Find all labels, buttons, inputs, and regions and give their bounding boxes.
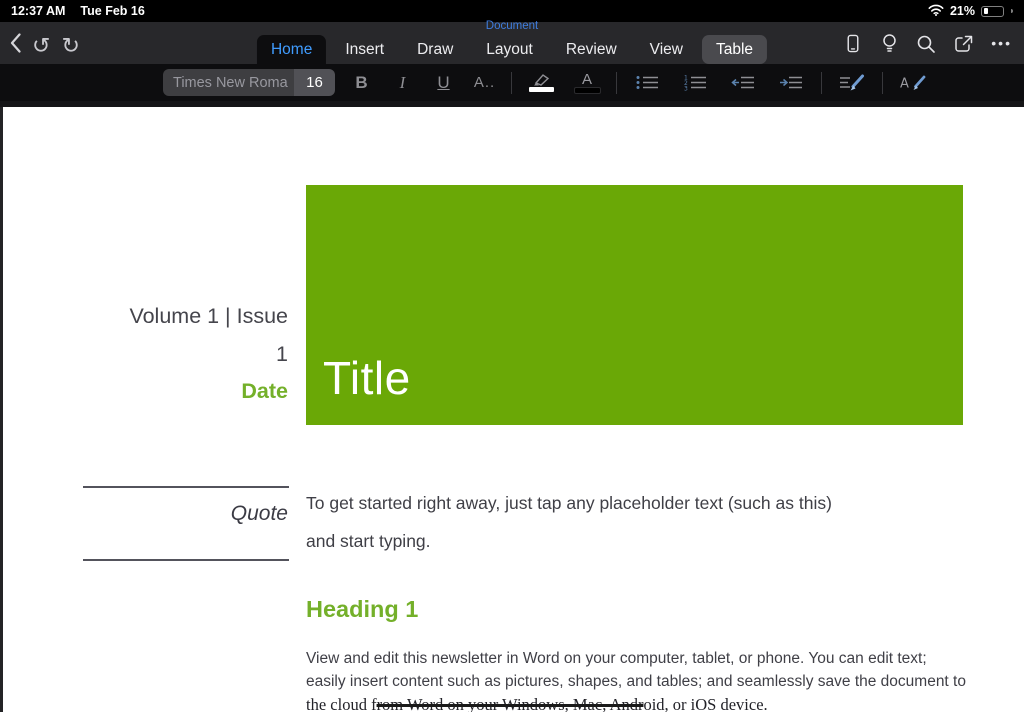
bullet-list-button[interactable]: [629, 74, 665, 91]
toolbar-divider: [511, 72, 512, 94]
tab-draw[interactable]: Draw: [403, 35, 467, 64]
battery-icon: [981, 6, 1004, 17]
font-color-swatch: [575, 88, 600, 93]
document-title: Document: [0, 20, 1024, 32]
status-bar: 12:37 AM Tue Feb 16 21%: [0, 0, 1024, 22]
svg-text:3: 3: [684, 85, 688, 91]
tab-table[interactable]: Table: [702, 35, 767, 64]
mobile-view-button[interactable]: [843, 33, 863, 54]
font-color-button[interactable]: A: [570, 72, 604, 93]
navigation-bar: Document ↺ ↻ Home Insert Draw Layout Rev…: [0, 22, 1024, 64]
text-styles-button[interactable]: A: [895, 74, 931, 92]
body-paragraph[interactable]: View and edit this newsletter in Word on…: [306, 647, 986, 712]
font-size-field[interactable]: 16: [294, 69, 335, 96]
ribbon-tabs: Home Insert Draw Layout Review View Tabl…: [257, 35, 767, 64]
tab-review[interactable]: Review: [552, 35, 631, 64]
tab-home[interactable]: Home: [257, 35, 326, 64]
numbered-list-icon: 1 2 3: [683, 74, 708, 91]
body-line: View and edit this newsletter in Word on…: [306, 647, 986, 670]
more-options-button[interactable]: •••: [991, 33, 1012, 54]
decrease-indent-button[interactable]: [725, 74, 761, 91]
title-placeholder[interactable]: Title: [323, 351, 411, 405]
font-color-letter: A: [582, 72, 592, 87]
highlight-color-button[interactable]: [524, 73, 558, 92]
masthead-line: 1: [60, 335, 288, 373]
title-block[interactable]: Title: [306, 185, 963, 425]
underline-button[interactable]: U: [429, 73, 458, 93]
intro-paragraph[interactable]: To get started right away, just tap any …: [306, 484, 832, 560]
wifi-icon: [928, 4, 944, 19]
quote-divider-top: [83, 486, 289, 488]
tips-lightbulb-button[interactable]: [880, 33, 899, 54]
intro-line: To get started right away, just tap any …: [306, 484, 832, 522]
toolbar-divider: [616, 72, 617, 94]
format-painter-button[interactable]: [834, 74, 870, 92]
more-formatting-button[interactable]: A..: [470, 74, 499, 91]
toolbar-divider: [882, 72, 883, 94]
toolbar-divider: [821, 72, 822, 94]
masthead-block[interactable]: Volume 1 | Issue 1 Date: [60, 297, 288, 407]
outdent-icon: [731, 74, 756, 91]
intro-line: and start typing.: [306, 522, 832, 560]
tab-layout[interactable]: Layout: [472, 35, 547, 64]
body-line-edited: the cloud from Word on your Windows, Mac…: [306, 693, 986, 712]
font-selector[interactable]: Times New Roma 16: [163, 69, 335, 96]
back-button[interactable]: [10, 33, 21, 58]
masthead-line: Volume 1 | Issue: [60, 297, 288, 335]
undo-button[interactable]: ↺: [32, 34, 50, 58]
quote-placeholder[interactable]: Quote: [60, 502, 288, 526]
quote-divider-bottom: [83, 559, 289, 561]
styles-brush-icon: A: [900, 74, 926, 92]
tab-view[interactable]: View: [636, 35, 697, 64]
body-line: easily insert content such as pictures, …: [306, 670, 986, 693]
bold-button[interactable]: B: [347, 73, 376, 93]
highlight-swatch: [529, 87, 554, 92]
svg-text:A: A: [900, 76, 909, 91]
document-canvas[interactable]: Volume 1 | Issue 1 Date Title Quote To g…: [0, 107, 1024, 712]
date-placeholder[interactable]: Date: [60, 375, 288, 407]
battery-tip: [1011, 9, 1013, 13]
indent-icon: [779, 74, 804, 91]
italic-button[interactable]: I: [388, 73, 417, 93]
redo-button[interactable]: ↻: [61, 34, 79, 58]
battery-percent: 21%: [950, 4, 975, 18]
numbered-list-button[interactable]: 1 2 3: [677, 74, 713, 91]
word-ipad-app: 12:37 AM Tue Feb 16 21% Document ↺: [0, 0, 1024, 712]
share-button[interactable]: [953, 34, 974, 54]
tab-insert[interactable]: Insert: [331, 35, 398, 64]
format-toolbar: Times New Roma 16 B I U A.. A: [0, 64, 1024, 101]
date: Tue Feb 16: [80, 4, 144, 18]
font-name-field[interactable]: Times New Roma: [163, 69, 294, 96]
format-painter-icon: [839, 74, 865, 92]
increase-indent-button[interactable]: [773, 74, 809, 91]
search-icon[interactable]: [916, 34, 936, 54]
heading-1[interactable]: Heading 1: [306, 596, 418, 623]
clock: 12:37 AM: [11, 4, 65, 18]
strikethrough-text: rom Word on your Windows, Mac, Andr: [377, 695, 644, 712]
bullet-list-icon: [635, 74, 660, 91]
highlighter-icon: [530, 73, 552, 86]
